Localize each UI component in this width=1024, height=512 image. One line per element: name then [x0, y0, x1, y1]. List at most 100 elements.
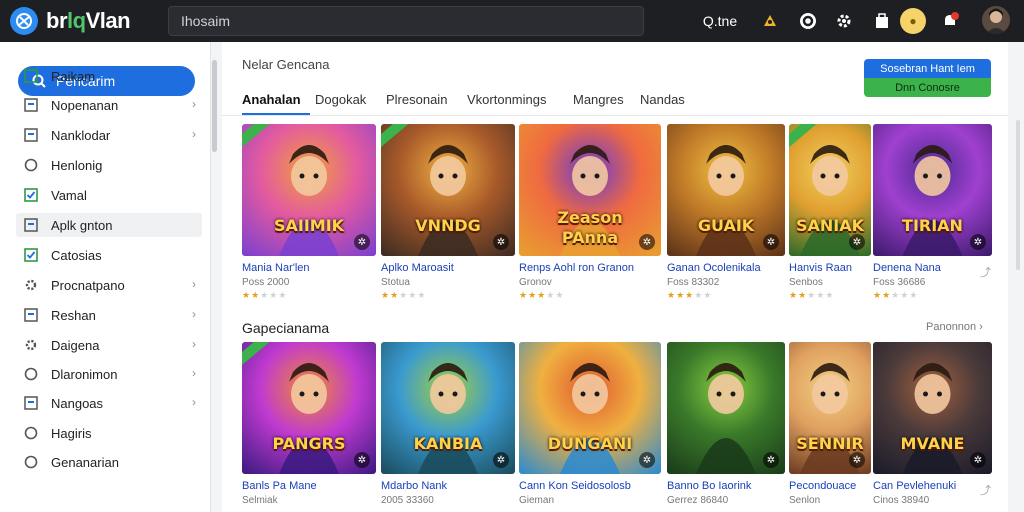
- game-subtitle: Senlon: [789, 495, 821, 506]
- game-subtitle: Foss 83302: [667, 277, 720, 288]
- game-title[interactable]: Aplko Maroasit: [381, 262, 454, 274]
- sidebar-item-10[interactable]: Dlaronimon ›: [16, 362, 202, 386]
- chevron-right-icon: ›: [192, 337, 196, 351]
- tab-5[interactable]: Nandas: [640, 82, 685, 116]
- game-title[interactable]: Mdarbo Nank: [381, 480, 447, 492]
- game-thumbnail[interactable]: GUAIK ✲: [667, 124, 785, 256]
- sidebar-item-9[interactable]: Daigena ›: [16, 333, 202, 357]
- sidebar-item-12[interactable]: Hagiris: [16, 421, 202, 445]
- game-title[interactable]: Banls Pa Mane: [242, 480, 317, 492]
- sidebar: Pencarim Raikam Nopenanan › Nanklodar › Henlo…: [0, 42, 211, 512]
- circle-icon: [24, 158, 38, 172]
- star-rating: ★★★★★: [242, 290, 287, 301]
- circle-icon: [24, 426, 38, 440]
- sidebar-item-5[interactable]: Aplk gnton: [16, 213, 202, 237]
- star-empty-icon: ★: [399, 290, 409, 300]
- sidebar-item-8[interactable]: Reshan ›: [16, 303, 202, 327]
- sidebar-item-3[interactable]: Henlonig: [16, 153, 202, 177]
- star-filled-icon: ★: [798, 290, 808, 300]
- chevron-right-icon: ›: [979, 321, 983, 333]
- game-title[interactable]: Can Pevlehenuki: [873, 480, 956, 492]
- game-title[interactable]: Ganan Ocolenikala: [667, 262, 761, 274]
- game-thumbnail[interactable]: VNNDG ✲: [381, 124, 515, 256]
- game-title[interactable]: Cann Kon Seidosolosb: [519, 480, 631, 492]
- sparkle-icon[interactable]: [758, 9, 782, 33]
- star-filled-icon: ★: [242, 290, 252, 300]
- sidebar-item-label: Daigena: [51, 337, 100, 353]
- sidebar-item-1[interactable]: Nopenanan ›: [16, 93, 202, 117]
- coin-icon[interactable]: ●: [900, 8, 926, 34]
- star-rating: ★★★★★: [381, 290, 426, 301]
- compass-icon[interactable]: [796, 9, 820, 33]
- star-empty-icon: ★: [807, 290, 817, 300]
- sidebar-scrollbar[interactable]: [212, 60, 217, 152]
- game-subtitle: Poss 2000: [242, 277, 290, 288]
- sidebar-item-13[interactable]: Genanarian: [16, 450, 202, 474]
- game-thumbnail[interactable]: Zeason PAnna ✲: [519, 124, 661, 256]
- star-filled-icon: ★: [537, 290, 547, 300]
- tab-1[interactable]: Dogokak: [315, 82, 366, 116]
- chevron-right-icon: ›: [192, 366, 196, 380]
- game-thumbnail[interactable]: SENNIR ✲: [789, 342, 871, 474]
- sidebar-item-6[interactable]: Catosias: [16, 243, 202, 267]
- sidebar-item-7[interactable]: Procnatpano ›: [16, 273, 202, 297]
- search-input[interactable]: [169, 7, 609, 35]
- game-thumbnail[interactable]: KANBIA ✲: [381, 342, 515, 474]
- platform-badge-icon: ✲: [639, 452, 655, 468]
- game-thumbnail[interactable]: SANIAK ✲: [789, 124, 871, 256]
- tab-0[interactable]: Anahalan: [242, 82, 301, 116]
- game-thumbnail[interactable]: TIRIAN ✲: [873, 124, 992, 256]
- game-thumbnail[interactable]: PANGRS ✲: [242, 342, 376, 474]
- sidebar-item-2[interactable]: Nanklodar ›: [16, 123, 202, 147]
- game-art-title: SANIAK: [795, 216, 865, 235]
- game-art-title: SENNIR: [796, 434, 864, 453]
- game-thumbnail[interactable]: SAIIMIK ✲: [242, 124, 376, 256]
- game-thumbnail[interactable]: DUNGANI ✲: [519, 342, 661, 474]
- game-thumbnail[interactable]: MVANE ✲: [873, 342, 992, 474]
- square-icon: [24, 308, 38, 322]
- circle-icon: [24, 455, 38, 469]
- game-art-title: DUNGANI: [547, 434, 633, 453]
- sidebar-item-label: Aplk gnton: [51, 217, 113, 233]
- bell-icon[interactable]: [938, 9, 962, 33]
- game-title[interactable]: Mania Nar'len: [242, 262, 310, 274]
- gear-icon: [24, 338, 38, 352]
- sidebar-item-11[interactable]: Nangoas ›: [16, 391, 202, 415]
- tab-2[interactable]: Plresonain: [386, 82, 447, 116]
- game-thumbnail[interactable]: ✲: [667, 342, 785, 474]
- quick-search-label: Q.tne: [702, 13, 738, 29]
- game-title[interactable]: Pecondouace: [789, 480, 856, 492]
- chevron-right-icon: ›: [192, 277, 196, 291]
- settings-icon[interactable]: [832, 9, 856, 33]
- quick-search-button[interactable]: Q.tne: [700, 9, 740, 33]
- game-subtitle: Gerrez 86840: [667, 495, 729, 506]
- game-subtitle: Senbos: [789, 277, 823, 288]
- star-rating: ★★★★★: [789, 290, 834, 301]
- game-title[interactable]: Denena Nana: [873, 262, 941, 274]
- star-filled-icon: ★: [390, 290, 400, 300]
- star-filled-icon: ★: [676, 290, 686, 300]
- star-filled-icon: ★: [667, 290, 677, 300]
- logo[interactable]: brlqVlan: [10, 5, 160, 37]
- bag-icon[interactable]: [870, 9, 894, 33]
- sidebar-item-0[interactable]: Raikam: [16, 64, 202, 88]
- share-icon[interactable]: ⤴: [980, 482, 991, 498]
- game-title[interactable]: Banno Bo Iaorink: [667, 480, 751, 492]
- main-scrollbar[interactable]: [1016, 120, 1020, 270]
- search-bar[interactable]: [168, 6, 644, 36]
- see-more-link[interactable]: Panonnon ›: [926, 321, 983, 333]
- tab-3[interactable]: Vkortonmings: [467, 82, 546, 116]
- section-title: Nelar Gencana: [242, 57, 330, 72]
- avatar[interactable]: [982, 6, 1010, 34]
- share-icon[interactable]: ⤴: [980, 264, 991, 280]
- game-art-title: PANGRS: [272, 434, 346, 453]
- sidebar-item-label: Catosias: [51, 247, 102, 263]
- sidebar-item-4[interactable]: Vamal: [16, 183, 202, 207]
- game-title[interactable]: Renps Aohl ron Granon: [519, 262, 634, 274]
- game-title[interactable]: Hanvis Raan: [789, 262, 852, 274]
- logo-mark-icon: [10, 7, 38, 35]
- chevron-right-icon: ›: [192, 395, 196, 409]
- platform-badge-icon: ✲: [763, 452, 779, 468]
- game-subtitle: Cinos 38940: [873, 495, 930, 506]
- tab-4[interactable]: Mangres: [573, 82, 624, 116]
